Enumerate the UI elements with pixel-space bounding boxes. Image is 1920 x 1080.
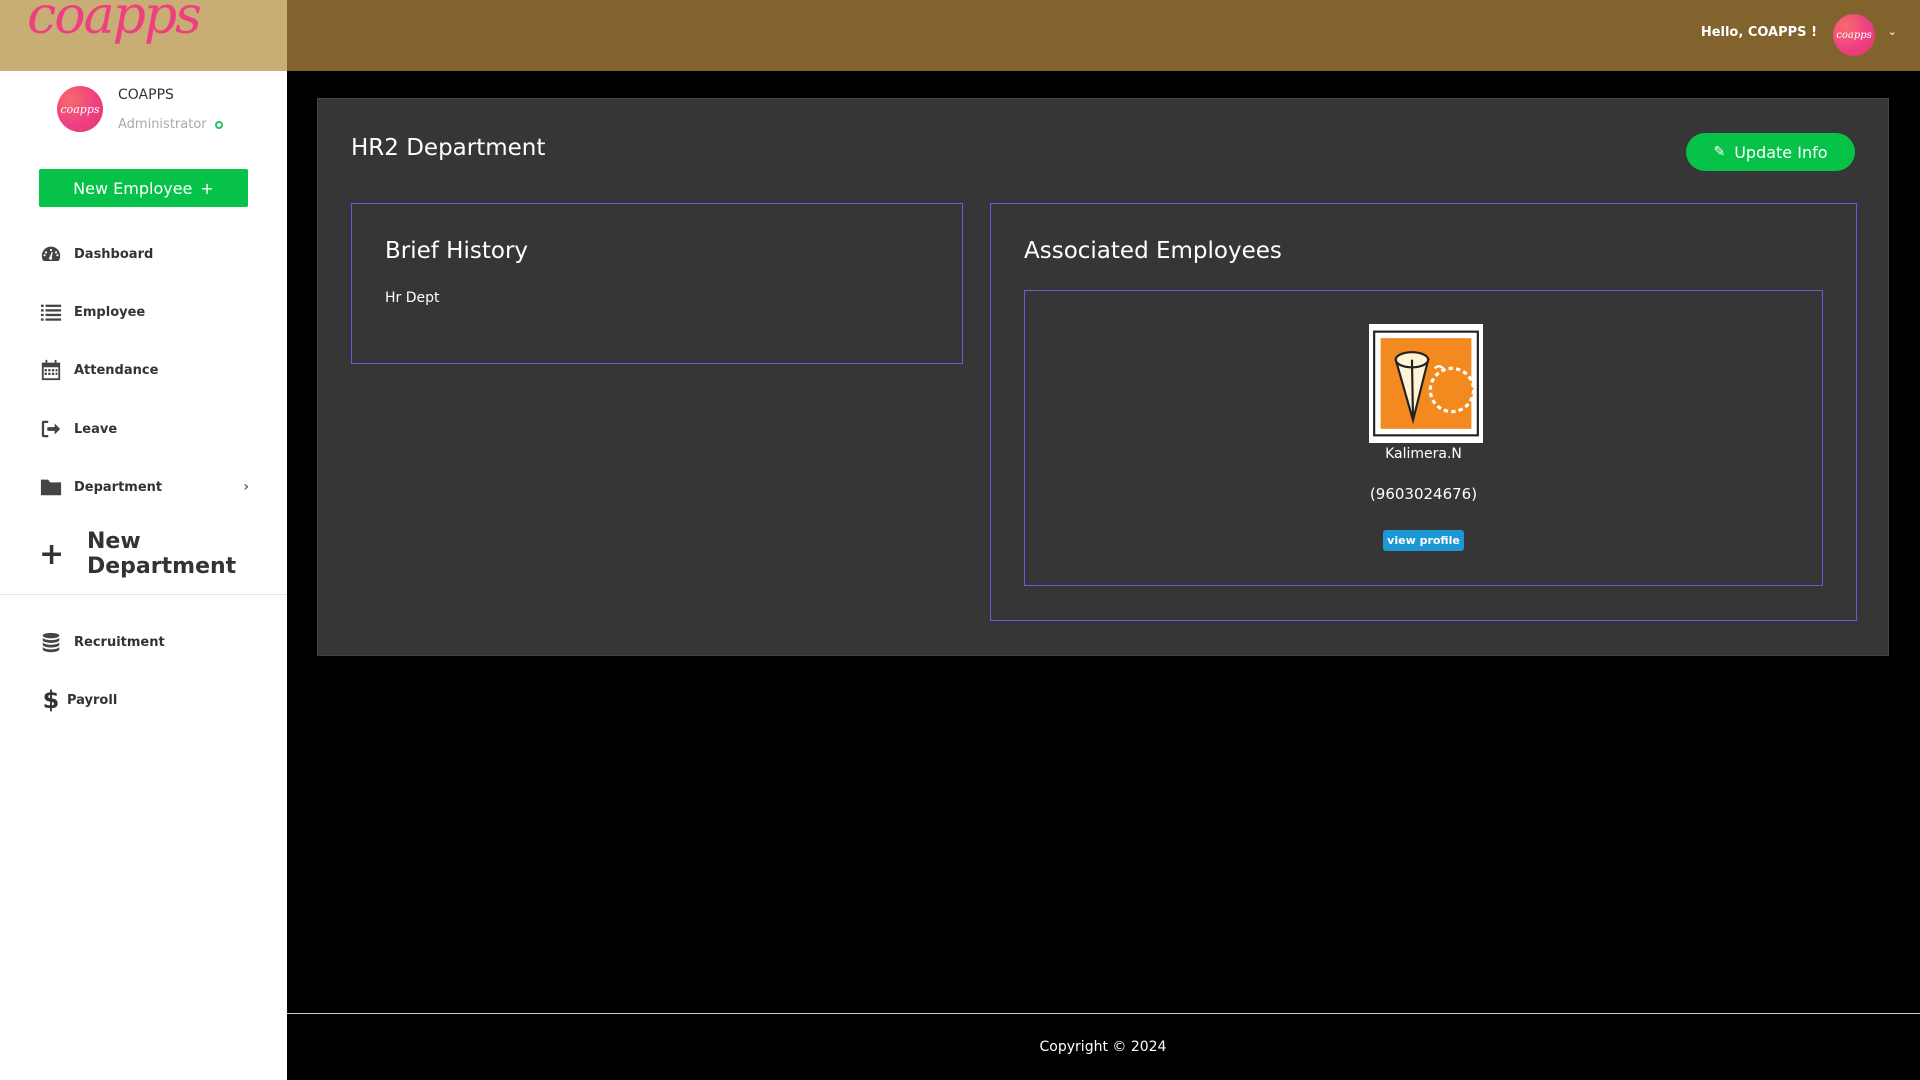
dollar-icon: $ — [42, 686, 60, 714]
sidebar-item-employee[interactable]: Employee — [39, 300, 145, 324]
sidebar-item-label: New Department — [87, 529, 237, 579]
new-employee-label: New Employee — [73, 178, 193, 198]
sidebar-item-attendance[interactable]: Attendance — [39, 358, 158, 382]
new-employee-button[interactable]: New Employee + — [39, 169, 248, 207]
top-bar: Hello, COAPPS ! coapps ⌄ — [287, 0, 1920, 71]
sidebar-item-dashboard[interactable]: Dashboard — [39, 242, 153, 266]
calendar-icon — [39, 358, 63, 382]
section-title: Associated Employees — [1024, 238, 1282, 264]
page-title: HR2 Department — [351, 135, 546, 161]
user-profile: coapps COAPPS Administrator — [57, 86, 223, 132]
sidebar-item-label: Department — [74, 479, 163, 495]
associated-employees-panel: Associated Employees Kalimera.N (9603024… — [990, 203, 1857, 621]
brief-history-panel: Brief History Hr Dept — [351, 203, 963, 364]
sidebar-item-label: Dashboard — [74, 246, 154, 262]
section-title: Brief History — [385, 238, 529, 264]
employee-phone: (9603024676) — [1369, 485, 1478, 503]
edit-icon: ✎ — [1713, 144, 1726, 160]
sidebar: coapps coapps COAPPS Administrator New E… — [0, 0, 287, 1080]
folder-icon — [39, 475, 63, 499]
plus-icon: + — [200, 178, 214, 198]
sidebar-item-label: Leave — [74, 421, 118, 437]
employee-name: Kalimera.N — [1385, 446, 1462, 462]
footer: Copyright © 2024 — [287, 1013, 1920, 1080]
employee-avatar-image — [1373, 330, 1479, 437]
user-role: Administrator — [118, 117, 207, 132]
chevron-right-icon: › — [243, 479, 249, 495]
user-greeting: Hello, COAPPS ! — [1700, 25, 1817, 40]
update-info-button[interactable]: ✎ Update Info — [1686, 133, 1855, 171]
user-role-line: Administrator — [118, 117, 223, 132]
sidebar-item-new-department[interactable]: + New Department — [39, 529, 287, 579]
employee-card: Kalimera.N (9603024676) view profile — [1024, 290, 1823, 586]
sidebar-item-label: Attendance — [74, 362, 159, 378]
database-icon — [39, 630, 63, 654]
department-card: HR2 Department ✎ Update Info Brief Histo… — [317, 98, 1889, 656]
history-text: Hr Dept — [385, 290, 440, 306]
online-status-icon — [214, 120, 223, 129]
employee-photo[interactable] — [1369, 324, 1483, 443]
sidebar-divider — [0, 594, 287, 595]
update-info-label: Update Info — [1734, 142, 1828, 162]
sidebar-item-label: Employee — [74, 304, 146, 320]
sign-out-icon — [39, 417, 63, 441]
copyright-text: Copyright © 2024 — [1039, 1039, 1167, 1055]
user-name: COAPPS — [118, 87, 174, 103]
brand-logo[interactable]: coapps — [27, 0, 202, 42]
sidebar-item-recruitment[interactable]: Recruitment — [39, 630, 165, 654]
chevron-down-icon[interactable]: ⌄ — [1888, 25, 1897, 38]
sidebar-item-label: Recruitment — [74, 634, 165, 650]
sidebar-item-leave[interactable]: Leave — [39, 417, 117, 441]
avatar[interactable]: coapps — [57, 86, 103, 132]
sidebar-item-label: Payroll — [67, 692, 118, 708]
dashboard-icon — [39, 242, 63, 266]
brand-bar: coapps — [0, 0, 287, 71]
user-menu-avatar[interactable]: coapps — [1833, 14, 1875, 56]
sidebar-item-department[interactable]: Department › — [39, 475, 249, 499]
sidebar-item-payroll[interactable]: $ Payroll — [39, 686, 118, 714]
view-profile-button[interactable]: view profile — [1383, 530, 1464, 551]
list-icon — [39, 300, 63, 324]
plus-icon: + — [39, 536, 65, 572]
